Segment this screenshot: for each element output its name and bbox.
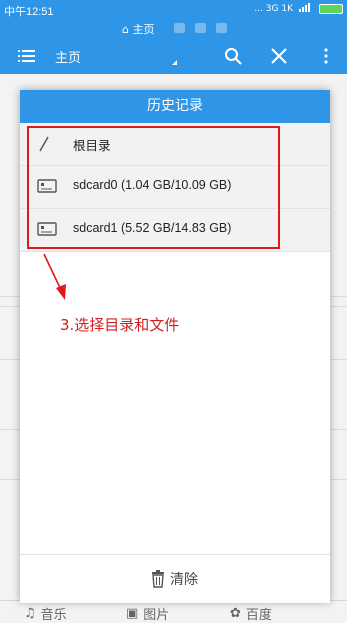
arrow-icon	[43, 253, 66, 300]
more-vertical-icon[interactable]	[322, 47, 330, 65]
image-icon: ▣	[126, 606, 139, 621]
tab-strip: ⌂ 主页	[0, 20, 347, 38]
dialog-title: 历史记录	[20, 90, 330, 123]
tab-home[interactable]: ⌂ 主页	[122, 21, 154, 37]
status-time: 中午12:51	[4, 6, 54, 18]
battery-icon	[319, 4, 343, 14]
clear-label: 清除	[170, 572, 198, 588]
nav-music[interactable]: ♫ 音乐	[24, 604, 67, 623]
search-icon[interactable]	[224, 47, 242, 65]
nav-baidu-label: 百度	[245, 608, 272, 623]
trash-icon	[152, 570, 164, 588]
nav-music-label: 音乐	[40, 608, 67, 623]
toolbar-title[interactable]: 主页	[55, 47, 81, 66]
clear-button[interactable]: 清除	[150, 569, 198, 589]
highlight-box	[27, 126, 280, 249]
tab-window-icon[interactable]	[174, 23, 185, 33]
signal-icon	[299, 3, 313, 15]
toolbar: 主页	[0, 38, 347, 74]
home-icon: ⌂	[122, 23, 129, 36]
music-icon: ♫	[24, 606, 36, 621]
status-text: ... 3G 1K	[254, 4, 293, 14]
tab-window-icon[interactable]	[195, 23, 206, 33]
paw-icon: ✿	[230, 606, 241, 621]
status-bar: 中午12:51 ... 3G 1K	[0, 0, 347, 20]
tab-window-icon[interactable]	[216, 23, 227, 33]
close-icon[interactable]	[270, 47, 288, 65]
bottom-nav: ♫ 音乐 ▣ 图片 ✿ 百度	[0, 600, 347, 623]
nav-images-label: 图片	[143, 608, 170, 623]
dialog-footer: 清除	[20, 554, 330, 603]
tab-home-label: 主页	[132, 23, 155, 36]
nav-baidu[interactable]: ✿ 百度	[230, 604, 272, 623]
annotation-text: 3.选择目录和文件	[60, 316, 180, 334]
status-indicators: ... 3G 1K	[254, 3, 343, 15]
dropdown-corner-icon[interactable]	[172, 60, 177, 65]
menu-icon[interactable]	[18, 47, 36, 65]
nav-images[interactable]: ▣ 图片	[126, 604, 169, 623]
